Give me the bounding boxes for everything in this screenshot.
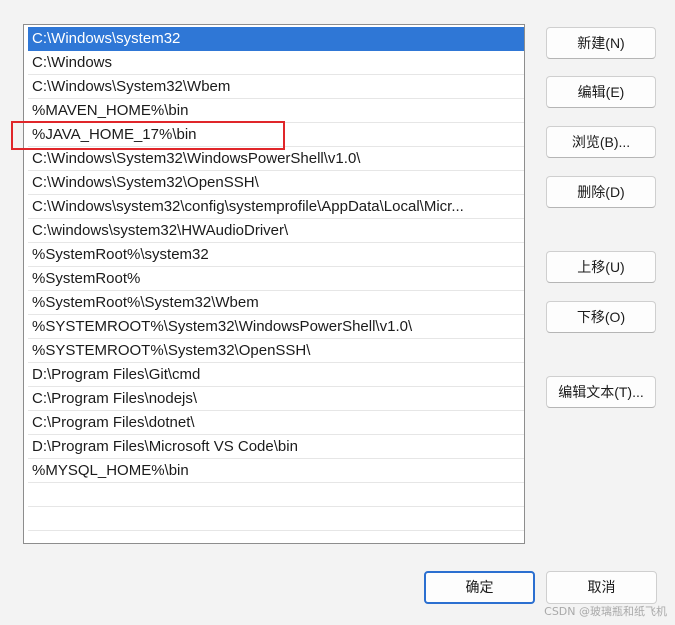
path-entries-list[interactable]: C:\Windows\system32 C:\Windows C:\Window… xyxy=(23,24,525,544)
list-item[interactable]: C:\Windows\system32 xyxy=(28,27,524,51)
list-item[interactable]: C:\Windows\System32\OpenSSH\ xyxy=(28,171,524,195)
list-item[interactable]: C:\Program Files\dotnet\ xyxy=(28,411,524,435)
browse-button[interactable]: 浏览(B)... xyxy=(546,126,656,158)
new-button[interactable]: 新建(N) xyxy=(546,27,656,59)
empty-list-row[interactable] xyxy=(28,507,524,531)
list-item[interactable]: %JAVA_HOME_17%\bin xyxy=(28,123,524,147)
list-item[interactable]: %SystemRoot% xyxy=(28,267,524,291)
list-item[interactable]: %MYSQL_HOME%\bin xyxy=(28,459,524,483)
list-item[interactable]: C:\windows\system32\HWAudioDriver\ xyxy=(28,219,524,243)
edit-environment-variable-dialog: C:\Windows\system32 C:\Windows C:\Window… xyxy=(0,0,675,625)
list-item[interactable]: C:\Windows\system32\config\systemprofile… xyxy=(28,195,524,219)
edit-button[interactable]: 编辑(E) xyxy=(546,76,656,108)
cancel-button[interactable]: 取消 xyxy=(546,571,657,604)
list-item[interactable]: D:\Program Files\Git\cmd xyxy=(28,363,524,387)
list-item[interactable]: %SystemRoot%\System32\Wbem xyxy=(28,291,524,315)
list-item[interactable]: %SYSTEMROOT%\System32\OpenSSH\ xyxy=(28,339,524,363)
list-item[interactable]: C:\Windows\System32\Wbem xyxy=(28,75,524,99)
list-item[interactable]: %SYSTEMROOT%\System32\WindowsPowerShell\… xyxy=(28,315,524,339)
ok-button[interactable]: 确定 xyxy=(424,571,535,604)
move-down-button[interactable]: 下移(O) xyxy=(546,301,656,333)
list-item[interactable]: %SystemRoot%\system32 xyxy=(28,243,524,267)
empty-list-row[interactable] xyxy=(28,483,524,507)
list-item[interactable]: C:\Program Files\nodejs\ xyxy=(28,387,524,411)
list-item[interactable]: C:\Windows\System32\WindowsPowerShell\v1… xyxy=(28,147,524,171)
move-up-button[interactable]: 上移(U) xyxy=(546,251,656,283)
delete-button[interactable]: 删除(D) xyxy=(546,176,656,208)
list-item[interactable]: %MAVEN_HOME%\bin xyxy=(28,99,524,123)
edit-text-button[interactable]: 编辑文本(T)... xyxy=(546,376,656,408)
list-item[interactable]: D:\Program Files\Microsoft VS Code\bin xyxy=(28,435,524,459)
csdn-watermark: CSDN @玻璃瓶和纸飞机 xyxy=(544,605,667,618)
list-item[interactable]: C:\Windows xyxy=(28,51,524,75)
